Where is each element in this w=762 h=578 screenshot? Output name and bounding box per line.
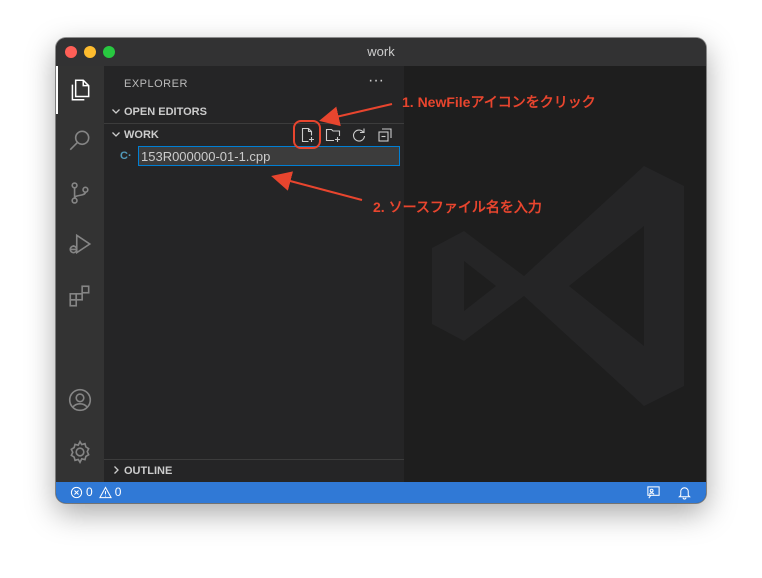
feedback-icon[interactable] xyxy=(646,485,661,500)
activity-run-debug[interactable] xyxy=(56,220,104,268)
open-editors-section[interactable]: OPEN EDITORS xyxy=(104,101,404,123)
activity-manage[interactable] xyxy=(56,428,104,476)
annotation-step-2: 2. ソースファイル名を入力 xyxy=(373,199,542,215)
activity-bar xyxy=(56,66,104,482)
new-file-row: C· xyxy=(104,146,404,168)
vscode-window: work EXPLORER ··· OPEN EDITORS WORK C· 1… xyxy=(56,38,706,503)
warning-icon xyxy=(98,485,112,498)
work-folder-section[interactable]: WORK xyxy=(104,124,404,146)
extensions-icon xyxy=(69,285,90,307)
files-icon xyxy=(71,79,90,101)
notifications-bell-icon[interactable] xyxy=(677,485,692,500)
activity-extensions[interactable] xyxy=(56,272,104,320)
chevron-down-icon xyxy=(112,132,120,137)
new-file-name-input[interactable] xyxy=(138,146,400,166)
new-file-button[interactable] xyxy=(294,125,320,145)
outline-label: OUTLINE xyxy=(124,465,173,477)
cpp-file-icon: C· xyxy=(120,150,132,162)
activity-source-control[interactable] xyxy=(56,169,104,217)
account-icon xyxy=(68,388,92,412)
chevron-down-icon xyxy=(112,109,120,114)
collapse-all-icon xyxy=(378,128,392,142)
window-title: work xyxy=(367,44,395,59)
warning-count: 0 xyxy=(114,485,122,499)
run-debug-icon xyxy=(69,233,92,255)
search-icon xyxy=(69,130,90,151)
explorer-title: EXPLORER xyxy=(124,78,188,90)
refresh-icon xyxy=(352,128,366,142)
error-count: 0 xyxy=(86,485,93,499)
error-icon xyxy=(70,486,83,498)
vscode-watermark-logo xyxy=(432,166,684,406)
new-folder-icon xyxy=(325,128,341,142)
outline-section[interactable]: OUTLINE xyxy=(104,460,404,482)
title-bar: work xyxy=(56,38,706,66)
chevron-right-icon xyxy=(114,466,119,474)
new-folder-button[interactable] xyxy=(320,125,346,145)
problems-status[interactable]: 0 0 xyxy=(70,485,121,499)
new-file-icon xyxy=(301,127,314,143)
collapse-folders-button[interactable] xyxy=(372,125,398,145)
status-right xyxy=(630,485,692,500)
activity-accounts[interactable] xyxy=(56,376,104,424)
refresh-explorer-button[interactable] xyxy=(346,125,372,145)
activity-explorer[interactable] xyxy=(56,66,104,114)
gear-icon xyxy=(70,440,90,464)
open-editors-label: OPEN EDITORS xyxy=(124,106,207,118)
annotation-step-1: 1. NewFileアイコンをクリック xyxy=(402,94,596,110)
source-control-icon xyxy=(71,182,89,204)
work-folder-actions xyxy=(294,125,398,145)
work-folder-label: WORK xyxy=(124,129,159,141)
more-actions-button[interactable]: ··· xyxy=(368,72,384,90)
activity-search[interactable] xyxy=(56,117,104,165)
editor-area xyxy=(404,66,706,482)
status-bar: 0 0 xyxy=(56,482,706,503)
explorer-sidebar: EXPLORER ··· OPEN EDITORS WORK C· 153R00… xyxy=(104,66,404,482)
